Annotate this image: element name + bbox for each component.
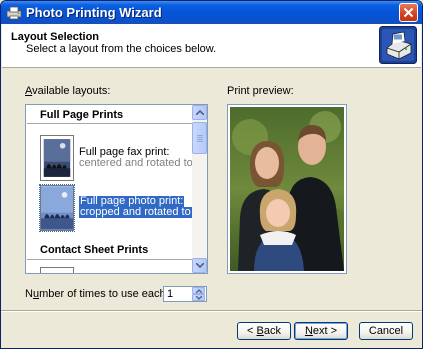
chevron-down-icon <box>196 296 202 300</box>
close-button[interactable] <box>399 3 418 22</box>
stepper-down-button[interactable] <box>192 294 205 301</box>
title-bar[interactable]: Photo Printing Wizard <box>1 1 422 24</box>
group-divider <box>27 123 193 124</box>
photo-printing-wizard-icon <box>6 6 22 20</box>
wizard-window: Photo Printing Wizard Layout Selection S… <box>0 0 423 349</box>
back-button[interactable]: < Back <box>237 322 291 340</box>
cancel-button[interactable]: Cancel <box>359 322 413 340</box>
copies-value[interactable]: 1 <box>167 288 173 300</box>
chevron-up-icon <box>196 110 204 115</box>
copies-stepper[interactable]: 1 <box>163 286 207 302</box>
printer-icon <box>379 26 417 64</box>
footer-divider <box>1 310 422 312</box>
fax-print-thumbnail <box>40 135 74 181</box>
photo-print-thumbnail <box>39 184 75 232</box>
chevron-up-icon <box>196 289 202 293</box>
chevron-down-icon <box>196 263 204 268</box>
preview-photo <box>230 107 344 271</box>
print-preview <box>227 104 347 274</box>
fax-print-label: Full page fax print: centered and rotate… <box>79 146 205 169</box>
window-title: Photo Printing Wizard <box>26 5 162 20</box>
scroll-down-button[interactable] <box>192 258 207 273</box>
group-divider <box>27 259 193 260</box>
available-layouts-label: Available layouts: <box>25 85 111 97</box>
page-title: Layout Selection <box>11 31 100 43</box>
stepper-up-button[interactable] <box>192 287 205 294</box>
wizard-header: Layout Selection Select a layout from th… <box>2 24 421 68</box>
layouts-list[interactable]: Full Page Prints Full page fax print: ce… <box>25 104 208 274</box>
print-preview-label: Print preview: <box>227 85 294 97</box>
next-button[interactable]: Next > <box>294 322 348 340</box>
layouts-scrollbar[interactable] <box>192 105 207 273</box>
group-header-contact-sheet: Contact Sheet Prints <box>40 244 149 256</box>
scroll-thumb[interactable] <box>192 122 207 154</box>
scroll-up-button[interactable] <box>192 105 207 120</box>
photo-print-label: Full page photo print: cropped and rotat… <box>79 195 204 218</box>
group-header-full-page: Full Page Prints <box>40 109 124 121</box>
page-subtitle: Select a layout from the choices below. <box>26 43 217 55</box>
close-icon <box>403 7 414 18</box>
contact-sheet-thumbnail[interactable] <box>40 267 74 273</box>
